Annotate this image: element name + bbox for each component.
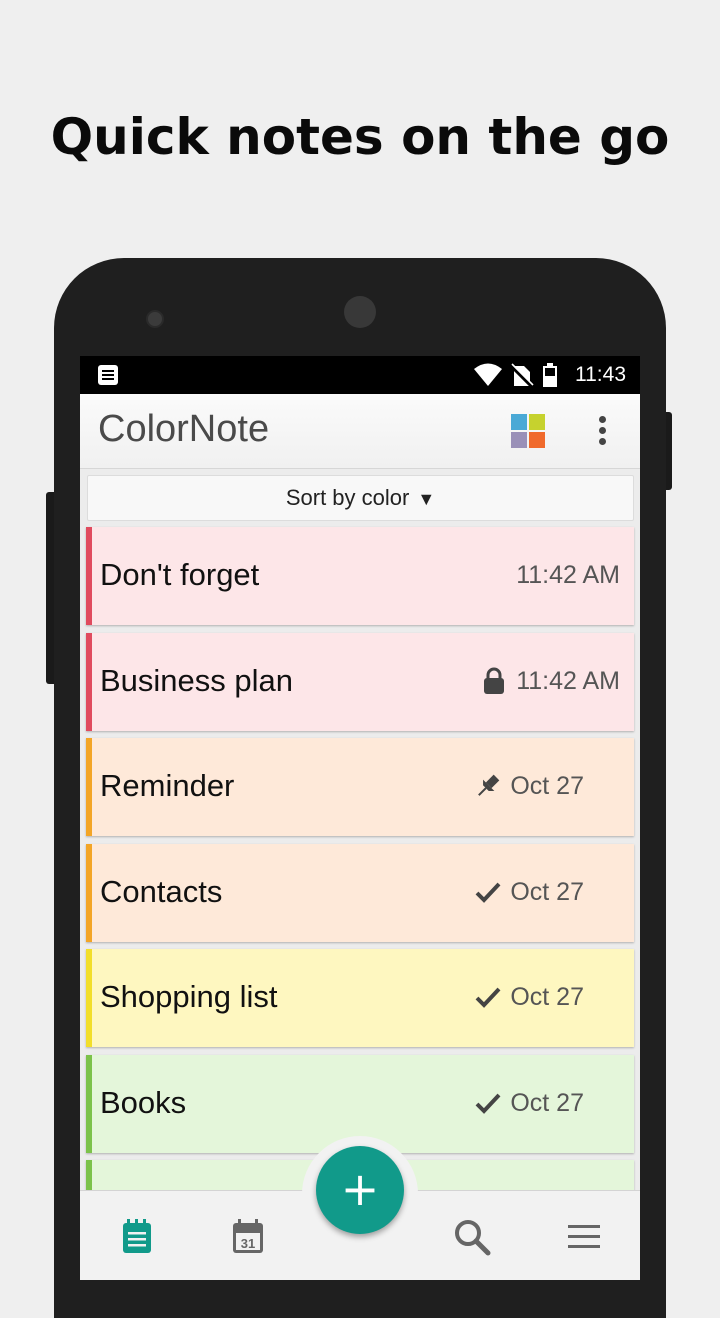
note-date: Oct 27 bbox=[510, 983, 584, 1011]
phone-camera bbox=[344, 296, 376, 328]
pin-icon bbox=[474, 772, 502, 800]
note-date: 11:42 AM bbox=[516, 561, 620, 589]
note-color-bar bbox=[86, 949, 92, 1047]
status-time: 11:43 bbox=[575, 363, 626, 386]
note-item[interactable]: Shopping list Oct 27 bbox=[86, 949, 634, 1047]
sort-by-color-button[interactable]: Sort by color ▼ bbox=[87, 475, 634, 521]
note-item[interactable]: Reminder Oct 27 bbox=[86, 738, 634, 836]
note-color-bar bbox=[86, 843, 92, 942]
note-item[interactable]: Contacts Oct 27 bbox=[86, 843, 634, 942]
note-title: Books bbox=[100, 1084, 187, 1120]
check-icon bbox=[474, 878, 502, 906]
note-date: 11:42 AM bbox=[516, 666, 620, 695]
note-meta: 11:42 AM bbox=[516, 561, 620, 590]
note-title: Reminder bbox=[100, 768, 235, 803]
note-date: Oct 27 bbox=[510, 1088, 584, 1117]
note-color-bar bbox=[86, 632, 92, 731]
calendar-icon[interactable]: 31 bbox=[228, 1217, 268, 1257]
note-item[interactable]: Business plan 11:42 AM bbox=[86, 632, 634, 731]
note-color-bar bbox=[86, 527, 92, 625]
calendar-day-label: 31 bbox=[241, 1236, 255, 1251]
overflow-menu-icon[interactable] bbox=[592, 412, 612, 450]
wifi-icon bbox=[474, 363, 502, 386]
search-icon[interactable] bbox=[452, 1217, 492, 1257]
note-color-bar bbox=[86, 1054, 92, 1153]
note-item[interactable]: Don't forget 11:42 AM bbox=[86, 527, 634, 625]
note-color-bar bbox=[86, 738, 92, 836]
lock-icon bbox=[480, 667, 508, 695]
note-date: Oct 27 bbox=[510, 772, 584, 800]
app-bar: ColorNote bbox=[80, 394, 640, 469]
check-icon bbox=[474, 983, 502, 1011]
sort-dropdown-icon: ▼ bbox=[417, 489, 436, 509]
note-title: Don't forget bbox=[100, 557, 260, 592]
notes-icon[interactable] bbox=[118, 1217, 158, 1257]
check-icon bbox=[474, 1089, 502, 1117]
note-meta: Oct 27 bbox=[475, 1088, 584, 1118]
status-bar: 11:43 bbox=[80, 356, 640, 394]
headline: Quick notes on the go bbox=[50, 108, 670, 166]
no-sim-icon bbox=[509, 363, 534, 389]
color-grid-icon[interactable] bbox=[511, 414, 545, 448]
battery-icon bbox=[543, 363, 557, 387]
notification-icon bbox=[98, 365, 118, 385]
note-date: Oct 27 bbox=[510, 877, 584, 906]
note-meta: 11:42 AM bbox=[484, 666, 620, 696]
phone-screen: 11:43 ColorNote Sort by color ▼ Don't for… bbox=[80, 356, 640, 1280]
sort-label: Sort by color bbox=[285, 485, 410, 510]
app-logo: ColorNote bbox=[98, 408, 270, 450]
note-title: Shopping list bbox=[100, 979, 278, 1014]
menu-icon[interactable] bbox=[564, 1217, 604, 1257]
note-meta: Oct 27 bbox=[475, 877, 584, 907]
add-note-button[interactable]: + bbox=[316, 1146, 404, 1234]
phone-sensor bbox=[146, 310, 164, 328]
note-title: Contacts bbox=[100, 873, 223, 909]
note-meta: Oct 27 bbox=[478, 772, 584, 801]
note-meta: Oct 27 bbox=[475, 983, 584, 1012]
note-title: Business plan bbox=[100, 662, 294, 698]
